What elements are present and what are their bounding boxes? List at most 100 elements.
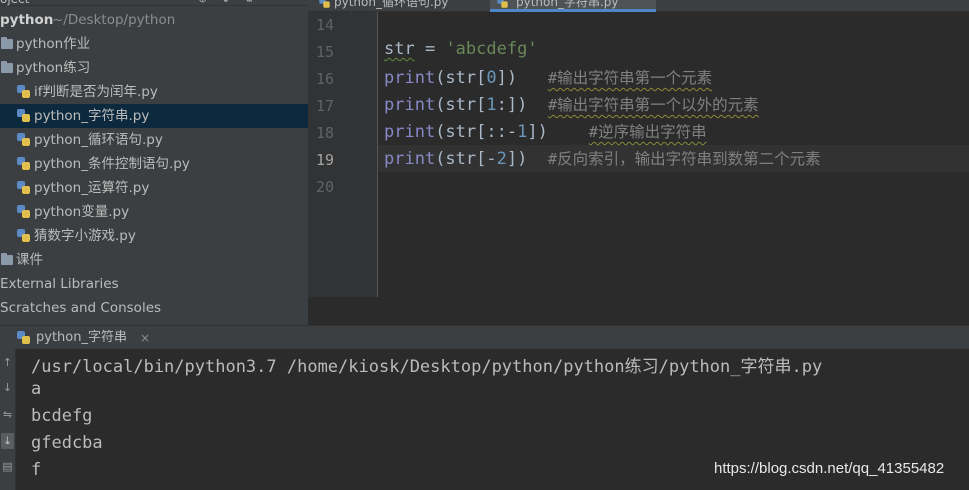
code-comment: #反向索引，输出字符串到数第二个元素 — [547, 150, 821, 168]
code-line-18[interactable]: print(str[::-1]) #逆序输出字符串 — [384, 120, 707, 142]
python-file-icon — [497, 0, 508, 9]
code-token-string: 'abcdefg' — [445, 39, 538, 59]
tree-item-courseware[interactable]: 课件 — [0, 248, 308, 272]
code-editor[interactable]: str = 'abcdefg' print(str[0]) #输出字符串第一个元… — [378, 12, 969, 297]
python-file-icon — [17, 205, 30, 219]
folder-icon — [1, 61, 13, 73]
tree-item-label: 课件 — [16, 252, 43, 268]
down-arrow-icon[interactable]: ↓ — [1, 380, 14, 396]
tree-item-label: if判断是否为闰年.py — [34, 84, 158, 100]
python-file-icon — [17, 85, 30, 99]
code-comment: #输出字符串第一个元素 — [547, 69, 713, 87]
code-comment: #逆序输出字符串 — [588, 123, 707, 141]
run-tab-python-string[interactable]: python_字符串 × — [14, 326, 154, 350]
line-number: 14 — [315, 16, 334, 34]
line-number: 17 — [315, 97, 334, 115]
code-token-var: str — [384, 39, 415, 59]
code-line-15[interactable]: str = 'abcdefg' — [384, 39, 538, 59]
code-token-number: 1 — [517, 122, 528, 142]
tab-label: python_循环语句.py — [334, 0, 449, 9]
code-line-19[interactable]: print(str[-2]) #反向索引，输出字符串到数第二个元素 — [384, 147, 821, 169]
tree-root-path: ~/Desktop/python — [52, 12, 176, 28]
code-token-builtin: print — [384, 95, 436, 115]
code-token-text: ]) — [496, 68, 518, 88]
line-number: 16 — [315, 70, 334, 88]
tree-item-python-practice[interactable]: python练习 — [0, 56, 308, 80]
soft-wrap-icon[interactable]: ⇋ — [1, 407, 14, 423]
line-number-current: 19 — [315, 151, 334, 169]
tree-item-python-homework[interactable]: python作业 — [0, 32, 308, 56]
code-comment: #输出字符串第一个以外的元素 — [547, 96, 759, 114]
tree-root-python[interactable]: python ~/Desktop/python — [0, 8, 308, 32]
gear-icon[interactable]: ⚙ — [244, 0, 268, 5]
tree-item-label: Scratches and Consoles — [0, 300, 162, 316]
code-token-text: ]) — [527, 122, 548, 142]
tab-python-string[interactable]: python_字符串.py — [490, 0, 656, 12]
python-file-icon — [17, 157, 30, 171]
run-tab-label: python_字符串 — [36, 330, 127, 345]
run-side-toolbar: ↑ ↓ ⇋ ⤓ ▤ — [0, 349, 16, 490]
scroll-to-end-icon[interactable]: ⤓ — [1, 433, 14, 449]
code-token-text: ]) — [506, 149, 528, 169]
tree-root-label: python — [0, 12, 54, 28]
tree-item-label: python_循环语句.py — [34, 132, 163, 148]
code-token-text: (str[ — [435, 95, 487, 115]
tree-item-file[interactable]: if判断是否为闰年.py — [0, 80, 308, 104]
tree-item-label: python练习 — [16, 60, 91, 76]
line-number-gutter: 14 15 16 17 18 19 20 — [308, 12, 378, 297]
tree-item-label: python_条件控制语句.py — [34, 156, 190, 172]
tree-item-scratches[interactable]: Scratches and Consoles — [0, 296, 308, 320]
tab-python-loop[interactable]: python_循环语句.py — [316, 0, 488, 12]
code-token-builtin: print — [384, 68, 436, 88]
up-arrow-icon[interactable]: ↑ — [1, 355, 14, 371]
console-line: a — [31, 379, 42, 399]
tree-item-file[interactable]: python_运算符.py — [0, 176, 308, 200]
code-token-number: 1 — [486, 95, 497, 115]
run-tool-window-tabs: python_字符串 × — [0, 325, 969, 349]
python-file-icon — [17, 133, 30, 147]
code-line-16[interactable]: print(str[0]) #输出字符串第一个元素 — [384, 66, 712, 88]
tree-item-label: 猜数字小游戏.py — [34, 228, 136, 244]
project-panel-title: oject — [0, 0, 29, 6]
python-file-icon — [17, 109, 30, 123]
project-panel: oject ⊕↕⚙ python ~/Desktop/python python… — [0, 0, 308, 325]
print-icon[interactable]: ▤ — [1, 459, 14, 475]
python-file-icon — [319, 0, 330, 9]
tree-item-file[interactable]: python_条件控制语句.py — [0, 152, 308, 176]
tree-item-label: python_字符串.py — [34, 108, 150, 124]
code-line-17[interactable]: print(str[1:]) #输出字符串第一个以外的元素 — [384, 93, 759, 115]
python-file-icon — [17, 229, 30, 243]
line-number: 18 — [315, 124, 334, 142]
python-file-icon — [17, 331, 30, 345]
folder-icon — [1, 37, 13, 49]
tree-item-file[interactable]: 猜数字小游戏.py — [0, 224, 308, 248]
tree-item-file[interactable]: python_循环语句.py — [0, 128, 308, 152]
code-token-text: (str[- — [435, 149, 497, 169]
editor-bottom-area — [308, 297, 969, 325]
project-panel-header: oject ⊕↕⚙ — [0, 0, 308, 6]
close-icon[interactable]: × — [140, 326, 150, 350]
folder-icon — [1, 253, 13, 265]
project-panel-toolbar[interactable]: ⊕↕⚙ — [198, 0, 268, 5]
crosshair-icon[interactable]: ⊕ — [198, 0, 221, 5]
console-line-command: /usr/local/bin/python3.7 /home/kiosk/Des… — [31, 357, 823, 377]
line-number: 15 — [315, 43, 334, 61]
tree-item-file-selected[interactable]: python_字符串.py — [0, 104, 308, 128]
editor-tab-bar: python_循环语句.py python_字符串.py — [308, 0, 969, 12]
tree-item-external-libraries[interactable]: External Libraries — [0, 272, 308, 296]
tree-item-file[interactable]: python变量.py — [0, 200, 308, 224]
code-token-op: = — [414, 39, 446, 59]
python-file-icon — [17, 181, 30, 195]
code-token-number: 0 — [486, 68, 497, 88]
code-token-text: (str[ — [435, 68, 487, 88]
collapse-icon[interactable]: ↕ — [221, 0, 244, 5]
code-token-builtin: print — [384, 149, 436, 169]
tree-item-label: python_运算符.py — [34, 180, 150, 196]
tree-item-label: python作业 — [16, 36, 91, 52]
tree-item-label: python变量.py — [34, 204, 130, 220]
code-token-text: :]) — [496, 95, 528, 115]
